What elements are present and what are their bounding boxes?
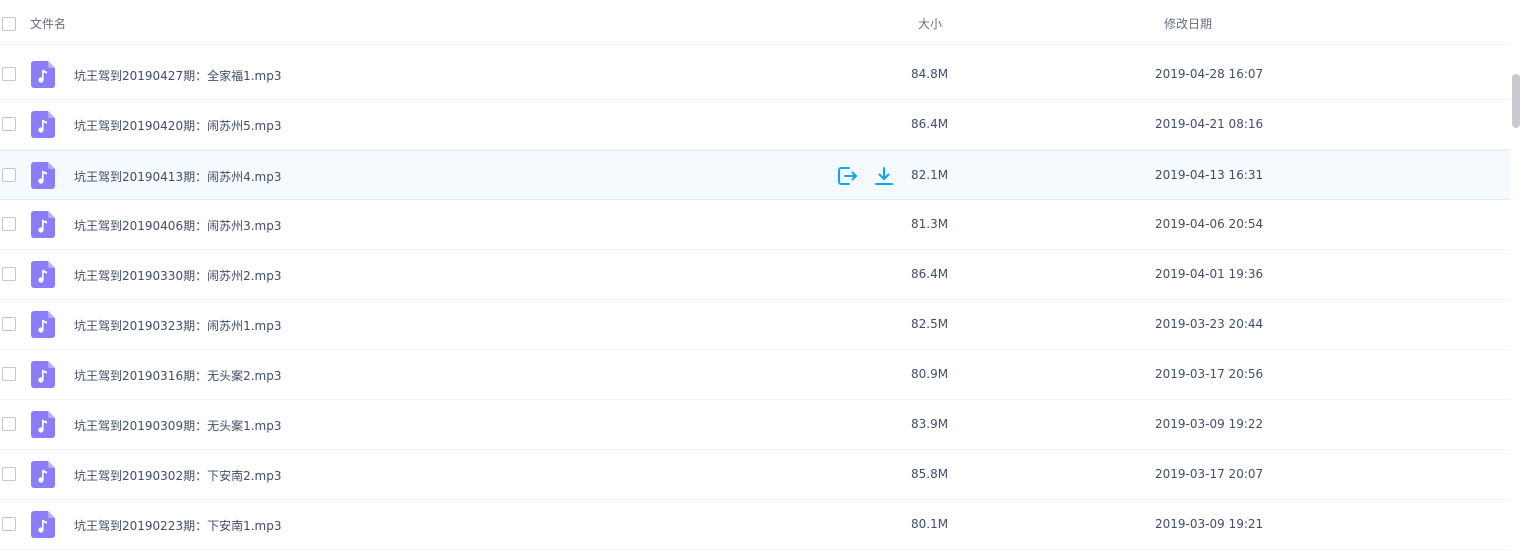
share-icon[interactable] [836, 165, 858, 187]
file-row[interactable]: 坑王驾到20190223期：下安南1.mp3 80.1M 2019-03-09 … [0, 500, 1510, 550]
file-size: 84.8M [911, 67, 949, 81]
column-header-name[interactable]: 文件名 [30, 15, 66, 32]
file-date: 2019-03-23 20:44 [1155, 317, 1264, 331]
file-date: 2019-04-21 08:16 [1155, 117, 1264, 131]
music-file-icon [31, 311, 55, 338]
file-name[interactable]: 坑王驾到20190420期：闹苏州5.mp3 [74, 117, 281, 134]
file-date: 2019-04-06 20:54 [1155, 217, 1264, 231]
music-file-icon [31, 111, 55, 138]
row-checkbox[interactable] [2, 467, 16, 481]
file-row[interactable]: 坑王驾到20190420期：闹苏州5.mp3 86.4M 2019-04-21 … [0, 100, 1510, 150]
column-header-date[interactable]: 修改日期 [1164, 15, 1212, 32]
file-row[interactable]: 坑王驾到20190323期：闹苏州1.mp3 82.5M 2019-03-23 … [0, 300, 1510, 350]
music-file-icon [31, 461, 55, 488]
file-name[interactable]: 坑王驾到20190302期：下安南2.mp3 [74, 467, 281, 484]
row-checkbox[interactable] [2, 168, 16, 182]
file-name[interactable]: 坑王驾到20190316期：无头案2.mp3 [74, 367, 281, 384]
music-file-icon [31, 61, 55, 88]
column-header-size[interactable]: 大小 [918, 15, 942, 32]
music-file-icon [31, 162, 55, 189]
file-row[interactable]: 坑王驾到20190330期：闹苏州2.mp3 86.4M 2019-04-01 … [0, 250, 1510, 300]
list-header: 文件名 大小 修改日期 [0, 0, 1510, 45]
file-name[interactable]: 坑王驾到20190223期：下安南1.mp3 [74, 517, 281, 534]
music-file-icon [31, 361, 55, 388]
download-icon[interactable] [873, 165, 895, 187]
file-date: 2019-03-17 20:07 [1155, 467, 1264, 481]
file-row[interactable]: 坑王驾到20190427期：全家福1.mp3 84.8M 2019-04-28 … [0, 50, 1510, 100]
file-rows: 坑王驾到20190427期：全家福1.mp3 84.8M 2019-04-28 … [0, 50, 1510, 550]
row-checkbox[interactable] [2, 317, 16, 331]
row-checkbox[interactable] [2, 417, 16, 431]
file-size: 80.9M [911, 367, 949, 381]
file-date: 2019-03-09 19:22 [1155, 417, 1264, 431]
row-checkbox[interactable] [2, 267, 16, 281]
row-checkbox[interactable] [2, 517, 16, 531]
file-name[interactable]: 坑王驾到20190406期：闹苏州3.mp3 [74, 217, 281, 234]
row-checkbox[interactable] [2, 367, 16, 381]
file-row[interactable]: 坑王驾到20190406期：闹苏州3.mp3 81.3M 2019-04-06 … [0, 200, 1510, 250]
vertical-scrollbar-thumb[interactable] [1512, 74, 1520, 128]
file-size: 85.8M [911, 467, 949, 481]
file-name[interactable]: 坑王驾到20190309期：无头案1.mp3 [74, 417, 281, 434]
file-size: 82.1M [911, 168, 949, 182]
file-size: 83.9M [911, 417, 949, 431]
row-checkbox[interactable] [2, 67, 16, 81]
file-date: 2019-03-09 19:21 [1155, 517, 1264, 531]
file-size: 86.4M [911, 117, 949, 131]
file-row[interactable]: 坑王驾到20190316期：无头案2.mp3 80.9M 2019-03-17 … [0, 350, 1510, 400]
file-row[interactable]: 坑王驾到20190302期：下安南2.mp3 85.8M 2019-03-17 … [0, 450, 1510, 500]
file-name[interactable]: 坑王驾到20190427期：全家福1.mp3 [74, 67, 281, 84]
file-date: 2019-04-13 16:31 [1155, 168, 1264, 182]
file-name[interactable]: 坑王驾到20190330期：闹苏州2.mp3 [74, 267, 281, 284]
file-size: 86.4M [911, 267, 949, 281]
file-row[interactable]: 坑王驾到20190309期：无头案1.mp3 83.9M 2019-03-09 … [0, 400, 1510, 450]
music-file-icon [31, 411, 55, 438]
row-checkbox[interactable] [2, 217, 16, 231]
file-row-hovered[interactable]: 坑王驾到20190413期：闹苏州4.mp3 82.1M 2019-04-13 … [0, 150, 1510, 200]
file-size: 82.5M [911, 317, 949, 331]
file-size: 80.1M [911, 517, 949, 531]
file-date: 2019-04-28 16:07 [1155, 67, 1264, 81]
music-file-icon [31, 511, 55, 538]
file-date: 2019-03-17 20:56 [1155, 367, 1264, 381]
file-name[interactable]: 坑王驾到20190323期：闹苏州1.mp3 [74, 317, 281, 334]
select-all-checkbox[interactable] [2, 17, 16, 31]
row-checkbox[interactable] [2, 117, 16, 131]
file-name[interactable]: 坑王驾到20190413期：闹苏州4.mp3 [74, 168, 281, 185]
music-file-icon [31, 261, 55, 288]
file-date: 2019-04-01 19:36 [1155, 267, 1264, 281]
music-file-icon [31, 211, 55, 238]
file-list: 文件名 大小 修改日期 坑王驾到20190427期：全家福1.mp3 84.8M… [0, 0, 1524, 552]
file-size: 81.3M [911, 217, 949, 231]
